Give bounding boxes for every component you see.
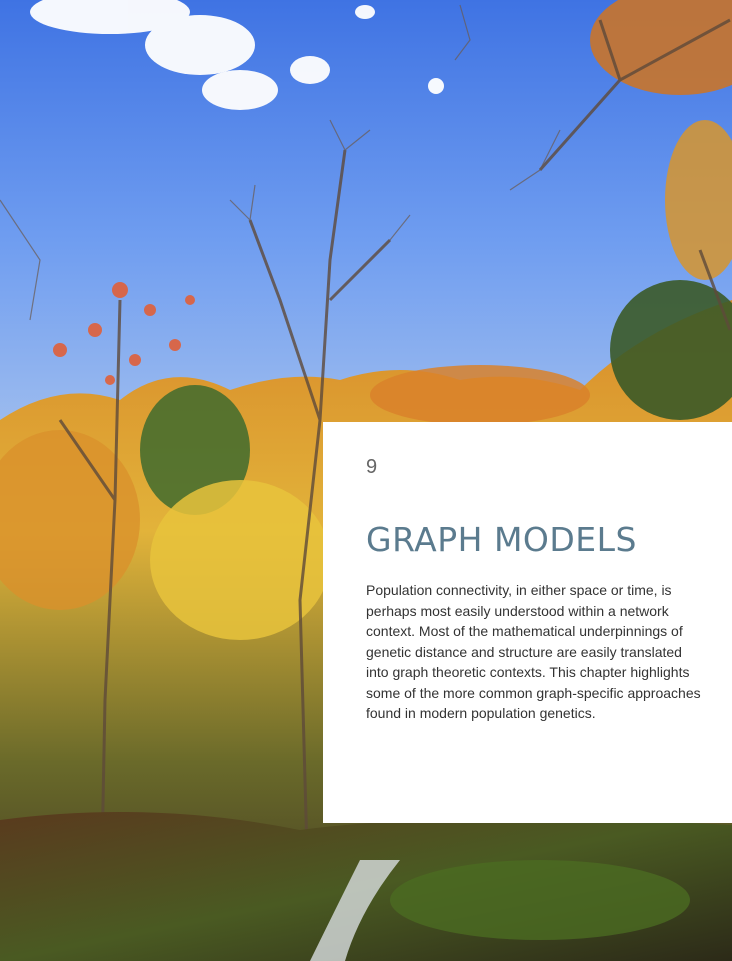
mossy-rocks	[390, 860, 690, 940]
chapter-card: 9 GRAPH MODELS Population connectivity, …	[323, 422, 732, 823]
chapter-number: 9	[366, 456, 378, 478]
chapter-title: GRAPH MODELS	[366, 520, 637, 559]
orange-canopy-right	[370, 365, 590, 425]
chapter-abstract: Population connectivity, in either space…	[366, 582, 701, 721]
